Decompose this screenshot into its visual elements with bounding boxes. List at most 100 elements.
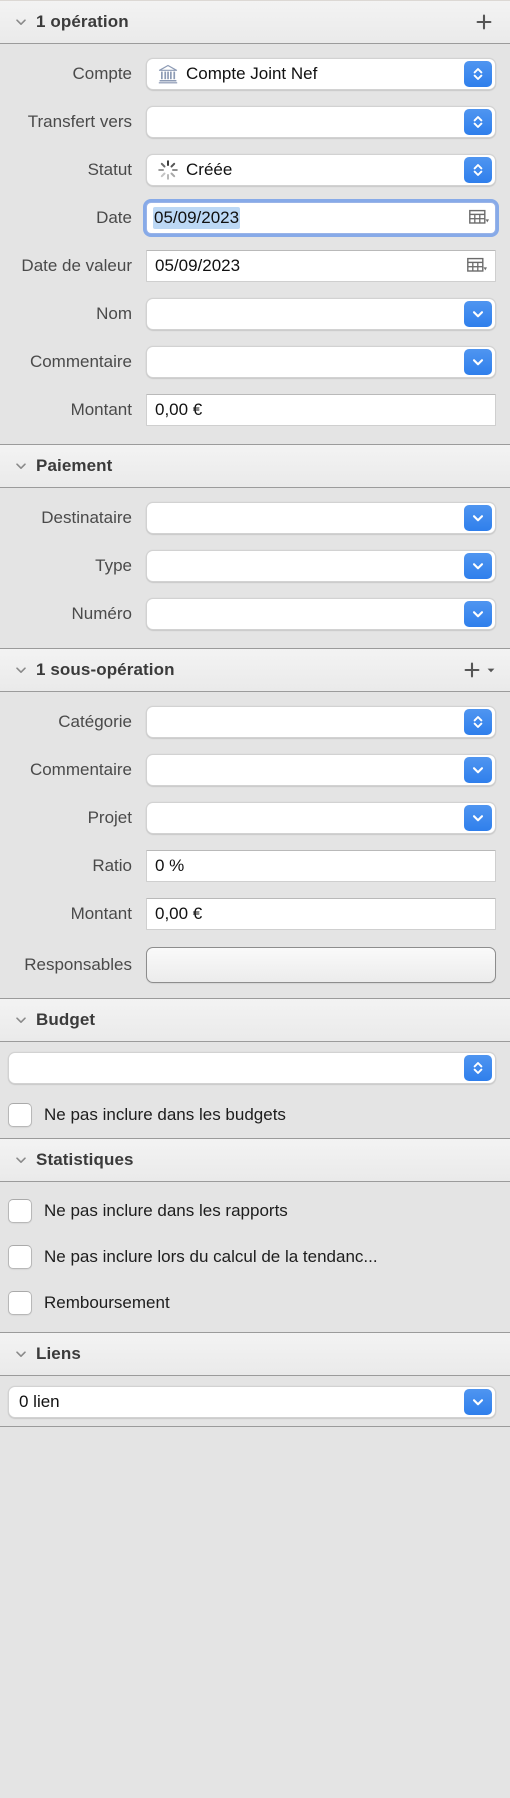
checkbox-remboursement[interactable]	[8, 1291, 32, 1315]
add-operation-button[interactable]	[472, 10, 496, 34]
field-destinataire	[146, 502, 496, 534]
section-title-operation: 1 opération	[36, 12, 129, 31]
projet-chevron-down-button[interactable]	[464, 805, 492, 831]
numero-chevron-down-button[interactable]	[464, 601, 492, 627]
sous-commentaire-chevron-down-button[interactable]	[464, 757, 492, 783]
section-header-sous-operation[interactable]: 1 sous-opération	[0, 648, 510, 692]
commentaire-chevron-down-button[interactable]	[464, 349, 492, 375]
date-input[interactable]: 05/09/2023	[146, 202, 496, 234]
categorie-stepper-button[interactable]	[464, 709, 492, 735]
section-header-statistiques[interactable]: Statistiques	[0, 1138, 510, 1182]
transfert-popup-button[interactable]	[146, 106, 496, 138]
checkbox-exclude-tendance[interactable]	[8, 1245, 32, 1269]
liens-select-row: 0 lien	[0, 1376, 510, 1426]
chevron-down-icon[interactable]	[12, 457, 30, 475]
section-header-liens[interactable]: Liens	[0, 1332, 510, 1376]
liens-chevron-down-button[interactable]	[464, 1389, 492, 1415]
field-row-montant: Montant 0,00 €	[0, 386, 510, 434]
date-value: 05/09/2023	[153, 207, 241, 229]
date-valeur-input[interactable]: 05/09/2023	[146, 250, 496, 282]
section-header-paiement[interactable]: Paiement	[0, 444, 510, 488]
calendar-picker-icon[interactable]	[467, 257, 487, 275]
field-categorie	[146, 706, 496, 738]
section-title-statistiques: Statistiques	[36, 1150, 134, 1169]
checkbox-row-remboursement[interactable]: Remboursement	[0, 1280, 510, 1326]
operation-inspector-panel: 1 opération Compte Compte Joint Nef Tran…	[0, 0, 510, 1798]
label-responsables: Responsables	[24, 955, 132, 974]
field-row-projet: Projet	[0, 794, 510, 842]
label-nom: Nom	[96, 304, 132, 323]
type-chevron-down-button[interactable]	[464, 553, 492, 579]
chevron-down-icon[interactable]	[12, 13, 30, 31]
budget-select-row	[0, 1042, 510, 1092]
label-compte: Compte	[72, 64, 132, 83]
sous-commentaire-combobox[interactable]	[146, 754, 496, 786]
chevron-down-icon[interactable]	[12, 661, 30, 679]
checkbox-exclude-budgets[interactable]	[8, 1103, 32, 1127]
field-compte: Compte Joint Nef	[146, 58, 496, 90]
projet-combobox[interactable]	[146, 802, 496, 834]
field-projet	[146, 802, 496, 834]
categorie-popup-button[interactable]	[146, 706, 496, 738]
bottom-divider	[0, 1426, 510, 1427]
field-ratio: 0 %	[146, 850, 496, 882]
transfert-stepper-button[interactable]	[464, 109, 492, 135]
field-row-nom: Nom	[0, 290, 510, 338]
nom-combobox[interactable]	[146, 298, 496, 330]
label-type: Type	[95, 556, 132, 575]
field-row-sous-commentaire: Commentaire	[0, 746, 510, 794]
bank-icon	[157, 63, 179, 85]
sous-montant-input[interactable]: 0,00 €	[146, 898, 496, 930]
section-title-paiement: Paiement	[36, 456, 113, 475]
checkbox-label-exclude-rapports: Ne pas inclure dans les rapports	[44, 1201, 288, 1220]
field-montant: 0,00 €	[146, 394, 496, 426]
field-row-compte: Compte Compte Joint Nef	[0, 50, 510, 98]
section-header-budget[interactable]: Budget	[0, 998, 510, 1042]
field-responsables	[146, 947, 496, 983]
checkbox-row-exclude-budgets[interactable]: Ne pas inclure dans les budgets	[0, 1092, 510, 1138]
checkbox-row-exclude-tendance[interactable]: Ne pas inclure lors du calcul de la tend…	[0, 1234, 510, 1280]
budget-popup-button[interactable]	[8, 1052, 496, 1084]
destinataire-combobox[interactable]	[146, 502, 496, 534]
responsables-button[interactable]	[146, 947, 496, 983]
field-nom	[146, 298, 496, 330]
field-row-commentaire: Commentaire	[0, 338, 510, 386]
section-title-sous-operation: 1 sous-opération	[36, 660, 175, 679]
numero-combobox[interactable]	[146, 598, 496, 630]
field-row-date-valeur: Date de valeur 05/09/2023	[0, 242, 510, 290]
commentaire-combobox[interactable]	[146, 346, 496, 378]
sous-montant-value: 0,00 €	[155, 904, 203, 923]
checkbox-row-exclude-rapports[interactable]: Ne pas inclure dans les rapports	[0, 1188, 510, 1234]
checkbox-exclude-rapports[interactable]	[8, 1199, 32, 1223]
label-numero: Numéro	[71, 604, 132, 623]
liens-value: 0 lien	[19, 1392, 60, 1411]
montant-input[interactable]: 0,00 €	[146, 394, 496, 426]
add-sous-operation-caret-icon[interactable]	[486, 665, 496, 675]
ratio-input[interactable]: 0 %	[146, 850, 496, 882]
chevron-down-icon[interactable]	[12, 1151, 30, 1169]
checkbox-label-remboursement: Remboursement	[44, 1293, 170, 1312]
ratio-value: 0 %	[155, 856, 185, 875]
liens-popup-button[interactable]: 0 lien	[8, 1386, 496, 1418]
chevron-down-icon[interactable]	[12, 1345, 30, 1363]
budget-stepper-button[interactable]	[464, 1055, 492, 1081]
calendar-picker-icon[interactable]	[469, 209, 489, 227]
section-title-liens: Liens	[36, 1344, 81, 1363]
destinataire-chevron-down-button[interactable]	[464, 505, 492, 531]
statut-stepper-button[interactable]	[464, 157, 492, 183]
add-sous-operation-button[interactable]	[460, 658, 484, 682]
chevron-down-icon[interactable]	[12, 1011, 30, 1029]
section-header-operation[interactable]: 1 opération	[0, 0, 510, 44]
field-type	[146, 550, 496, 582]
field-sous-commentaire	[146, 754, 496, 786]
type-combobox[interactable]	[146, 550, 496, 582]
nom-chevron-down-button[interactable]	[464, 301, 492, 327]
label-categorie: Catégorie	[58, 712, 132, 731]
statut-popup-button[interactable]: Créée	[146, 154, 496, 186]
field-row-type: Type	[0, 542, 510, 590]
compte-popup-button[interactable]: Compte Joint Nef	[146, 58, 496, 90]
compte-stepper-button[interactable]	[464, 61, 492, 87]
label-date: Date	[96, 208, 132, 227]
